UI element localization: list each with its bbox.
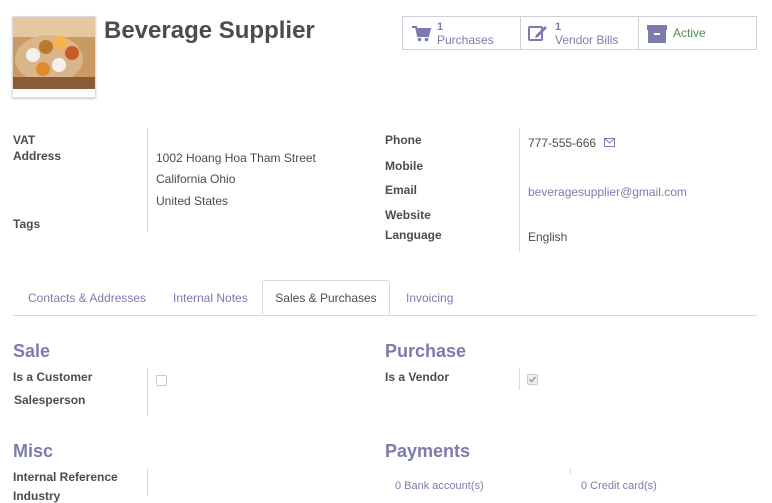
sale-section-title: Sale bbox=[13, 341, 51, 361]
bank-accounts-button[interactable]: 0 Bank account(s) bbox=[395, 480, 484, 492]
tab-invoicing[interactable]: Invoicing bbox=[406, 280, 453, 316]
is-customer-checkbox[interactable] bbox=[156, 375, 167, 386]
envelope-icon[interactable] bbox=[604, 138, 615, 147]
email-label: Email bbox=[385, 183, 418, 197]
tags-label: Tags bbox=[13, 217, 41, 231]
internal-reference-label: Internal Reference bbox=[13, 470, 118, 484]
payments-divider bbox=[570, 468, 571, 474]
purchase-divider bbox=[519, 368, 520, 390]
purchases-label: Purchases bbox=[437, 33, 494, 47]
payments-section-title: Payments bbox=[385, 441, 471, 461]
misc-section-title: Misc bbox=[13, 441, 54, 461]
address-line2[interactable]: California Ohio bbox=[156, 172, 235, 186]
right-fields-divider bbox=[519, 128, 520, 252]
partner-name[interactable]: Beverage Supplier bbox=[104, 17, 315, 45]
phone-label: Phone bbox=[385, 133, 422, 147]
active-label: Active bbox=[673, 26, 706, 40]
tab-internal-notes[interactable]: Internal Notes bbox=[173, 280, 248, 316]
cart-icon bbox=[412, 26, 432, 42]
vendor-bills-label: Vendor Bills bbox=[555, 33, 619, 47]
language-label: Language bbox=[385, 228, 442, 242]
left-fields-divider bbox=[147, 128, 148, 232]
edit-icon bbox=[528, 26, 547, 41]
archive-icon bbox=[647, 25, 667, 43]
tab-sales-purchases[interactable]: Sales & Purchases bbox=[262, 280, 390, 315]
credit-cards-button[interactable]: 0 Credit card(s) bbox=[581, 480, 657, 492]
is-vendor-label: Is a Vendor bbox=[385, 370, 450, 384]
purchases-smart-button[interactable]: 1 Purchases bbox=[402, 16, 521, 50]
address-label: Address bbox=[13, 149, 62, 163]
misc-divider bbox=[147, 468, 148, 496]
address-line3[interactable]: United States bbox=[156, 194, 228, 208]
vat-label: VAT bbox=[13, 133, 36, 147]
active-toggle-button[interactable]: Active bbox=[638, 16, 757, 50]
tab-contacts-addresses[interactable]: Contacts & Addresses bbox=[28, 280, 146, 316]
is-vendor-checkbox[interactable] bbox=[527, 374, 538, 385]
purchase-section-title: Purchase bbox=[385, 341, 467, 361]
beverage-flight-photo bbox=[13, 17, 95, 89]
phone-value[interactable]: 777-555-666 bbox=[528, 136, 596, 150]
address-line1[interactable]: 1002 Hoang Hoa Tham Street bbox=[156, 151, 316, 165]
sale-divider bbox=[147, 368, 148, 416]
partner-image[interactable] bbox=[12, 16, 96, 98]
checkmark-icon bbox=[528, 376, 537, 383]
email-link[interactable]: beveragesupplier@gmail.com bbox=[528, 185, 687, 199]
industry-label: Industry bbox=[13, 489, 61, 503]
salesperson-label: Salesperson bbox=[14, 393, 86, 407]
language-value[interactable]: English bbox=[528, 230, 567, 244]
mobile-label: Mobile bbox=[385, 159, 423, 173]
is-customer-label: Is a Customer bbox=[13, 370, 93, 384]
vendor-bills-smart-button[interactable]: 1 Vendor Bills bbox=[520, 16, 639, 50]
website-label: Website bbox=[385, 208, 431, 222]
